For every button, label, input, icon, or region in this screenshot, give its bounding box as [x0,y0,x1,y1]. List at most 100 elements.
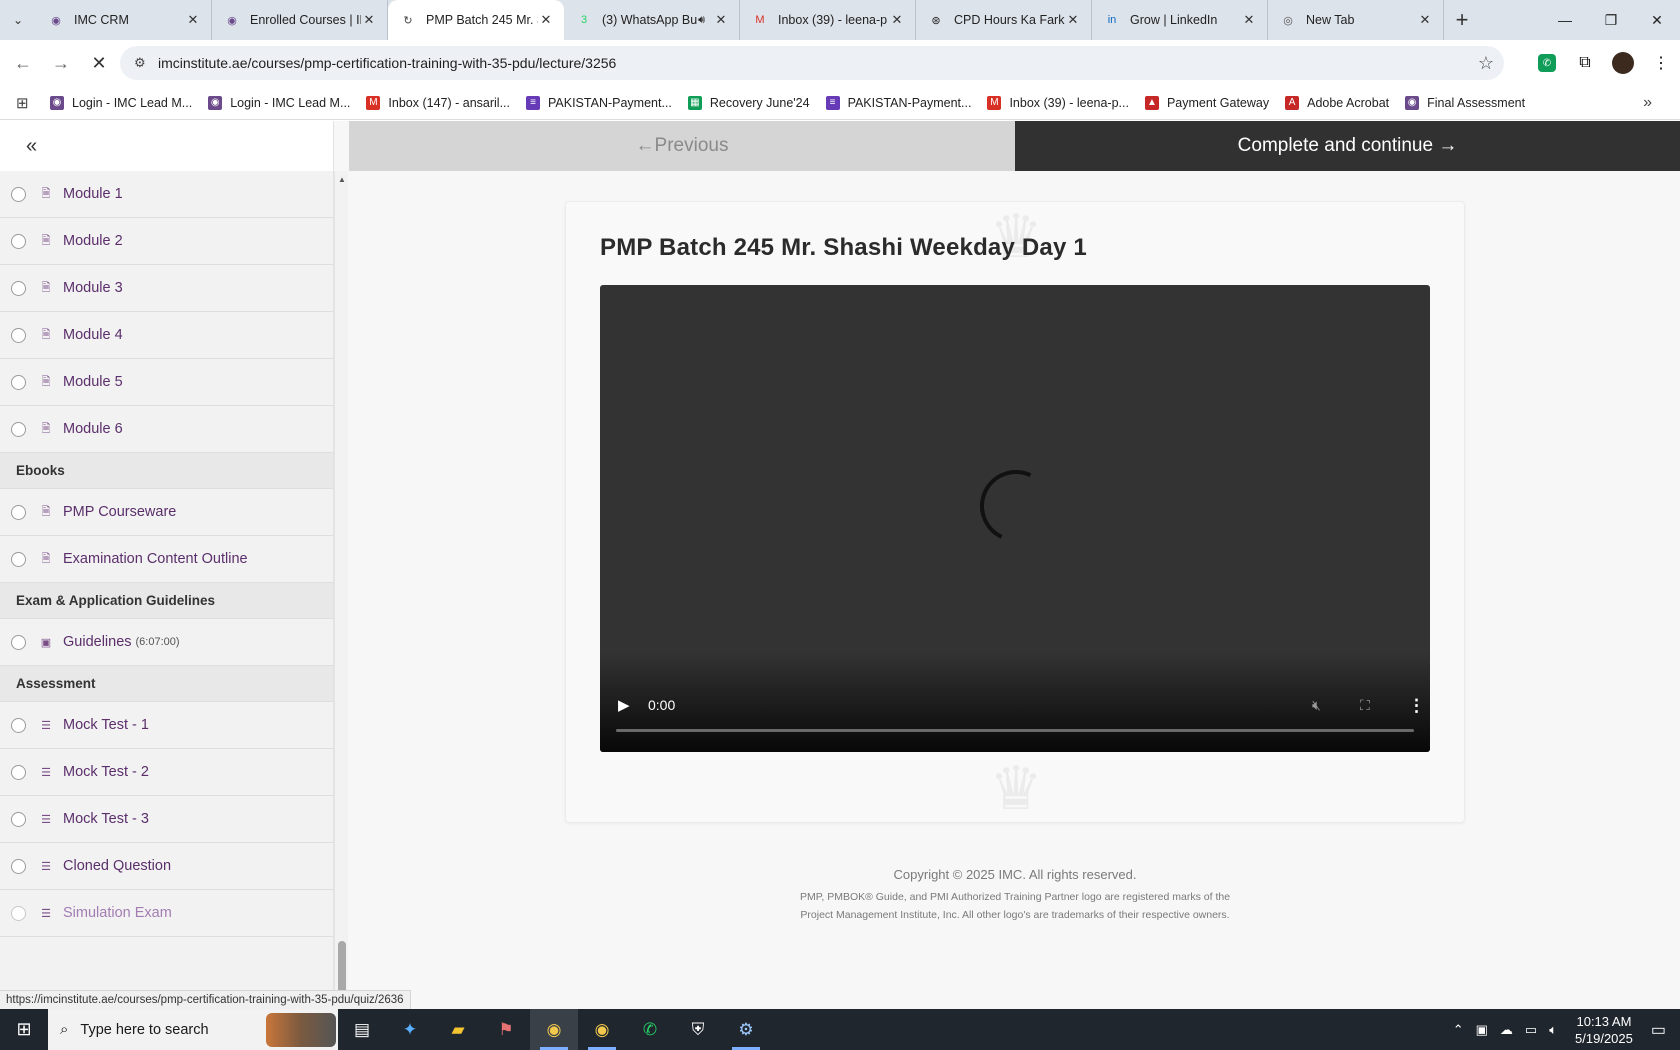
close-tab-icon[interactable]: ✕ [185,12,201,28]
video-more-options-icon[interactable]: ⋮ [1408,696,1425,716]
double-chevron-left-icon[interactable]: « [26,135,37,158]
lecture-item[interactable]: ☰ Mock Test - 3 [0,796,333,843]
bookmark-item[interactable]: ◉ Final Assessment [1405,95,1525,110]
lecture-item[interactable]: 🗎︎ Module 5 [0,359,333,406]
browser-tab[interactable]: ◎ New Tab ✕ [1268,0,1444,40]
tab-search-dropdown-icon[interactable]: ⌄ [0,0,36,40]
notifications-icon[interactable]: ▭ [1651,1020,1666,1040]
stop-loading-button[interactable]: ✕ [80,44,118,82]
completion-radio[interactable] [11,905,26,921]
more-bookmarks-icon[interactable]: » [1643,94,1652,112]
site-settings-icon[interactable]: ⚙ [134,55,158,71]
close-tab-icon[interactable]: ✕ [1241,12,1257,28]
whatsapp-taskbar-icon[interactable]: ✆ [626,1009,674,1050]
extensions-puzzle-icon[interactable]: ⧉ [1566,54,1604,72]
chrome-taskbar-icon[interactable]: ◉ [530,1009,578,1050]
completion-radio[interactable] [11,764,26,780]
close-tab-icon[interactable]: ✕ [1065,12,1081,28]
completion-radio[interactable] [11,280,26,296]
lecture-item[interactable]: 🗎︎ Module 1 [0,171,333,218]
system-clock[interactable]: 10:13 AM 5/19/2025 [1575,1013,1633,1047]
browser-tab[interactable]: ⊛ CPD Hours Ka Fark ✕ [916,0,1092,40]
bookmark-item[interactable]: A Adobe Acrobat [1285,95,1389,110]
bookmark-item[interactable]: ◉ Login - IMC Lead M... [50,95,192,110]
previous-lesson-button[interactable]: ← Previous [349,121,1015,171]
close-tab-icon[interactable]: ✕ [1417,12,1433,28]
close-tab-icon[interactable]: ✕ [889,12,905,28]
close-tab-icon[interactable]: ✕ [713,12,729,28]
browser-tab[interactable]: ◉ Enrolled Courses | IM ✕ [212,0,388,40]
lecture-item[interactable]: 🗎︎ Module 3 [0,265,333,312]
lecture-item[interactable]: 🗎︎ PMP Courseware [0,489,333,536]
taskbar-search-box[interactable]: ⌕ Type here to search [48,1009,338,1050]
completion-radio[interactable] [11,811,26,827]
url-text[interactable]: imcinstitute.ae/courses/pmp-certificatio… [158,55,1468,71]
forward-button[interactable]: → [42,44,80,82]
complete-and-continue-button[interactable]: Complete and continue → [1015,121,1680,171]
file-explorer-icon[interactable]: ▰ [434,1009,482,1050]
app-shield-icon[interactable]: ⛨ [674,1009,722,1050]
windows-start-icon[interactable]: ⊞ [0,1009,48,1050]
lecture-item[interactable]: ☰ Cloned Question [0,843,333,890]
completion-radio[interactable] [11,858,26,874]
lecture-item[interactable]: 🗎︎ Examination Content Outline [0,536,333,583]
lecture-item[interactable]: ☰ Simulation Exam [0,890,333,937]
lecture-item[interactable]: 🗎︎ Module 2 [0,218,333,265]
back-button[interactable]: ← [4,44,42,82]
completion-radio[interactable] [11,551,26,567]
chrome-profile-taskbar-icon[interactable]: ◉ [578,1009,626,1050]
bookmark-item[interactable]: ≡ PAKISTAN-Payment... [526,95,672,110]
completion-radio[interactable] [11,327,26,343]
completion-radio[interactable] [11,233,26,249]
restore-icon[interactable]: ❐ [1588,0,1634,40]
app-gear-icon[interactable]: ⚙ [722,1009,770,1050]
browser-menu-icon[interactable]: ⋮ [1642,53,1680,73]
completion-radio[interactable] [11,421,26,437]
bookmark-star-icon[interactable]: ☆ [1468,53,1504,74]
completion-radio[interactable] [11,717,26,733]
bookmark-item[interactable]: ≡ PAKISTAN-Payment... [825,95,971,110]
minimize-icon[interactable]: — [1542,0,1588,40]
apps-grid-icon[interactable]: ⊞ [16,94,50,112]
tab-audio-icon[interactable]: 🔊︎ [698,14,705,27]
lecture-item[interactable]: ▣ Guidelines (6:07:00) [0,619,333,666]
task-view-icon[interactable]: ▤ [338,1009,386,1050]
meet-now-icon[interactable]: ▣ [1476,1022,1488,1038]
mute-icon[interactable]: 🔇︎ [1312,697,1321,714]
close-tab-icon[interactable]: ✕ [538,12,554,28]
profile-avatar[interactable] [1612,52,1634,74]
bookmark-item[interactable]: ◉ Login - IMC Lead M... [208,95,350,110]
new-tab-button[interactable]: + [1444,7,1480,33]
bookmark-item[interactable]: ▦ Recovery June'24 [687,95,810,110]
browser-tab[interactable]: M Inbox (39) - leena-p ✕ [740,0,916,40]
scroll-up-arrow-icon[interactable]: ▲ [338,175,346,184]
bookmark-item[interactable]: M Inbox (147) - ansaril... [366,95,510,110]
lecture-item[interactable]: ☰ Mock Test - 2 [0,749,333,796]
copilot-icon[interactable]: ✦ [386,1009,434,1050]
completion-radio[interactable] [11,186,26,202]
close-tab-icon[interactable]: ✕ [361,12,377,28]
sidebar-scrollbar[interactable]: ▲ [334,171,348,1009]
close-window-icon[interactable]: ✕ [1634,0,1680,40]
play-icon[interactable]: ▶ [618,696,630,714]
show-hidden-icons-chevron-icon[interactable]: ⌃ [1453,1022,1464,1038]
network-icon[interactable]: ▭ [1525,1022,1537,1038]
completion-radio[interactable] [11,634,26,650]
bookmark-item[interactable]: M Inbox (39) - leena-p... [987,95,1129,110]
lecture-item[interactable]: 🗎︎ Module 4 [0,312,333,359]
bookmark-item[interactable]: ▲ Payment Gateway [1144,95,1269,110]
completion-radio[interactable] [11,374,26,390]
fullscreen-icon[interactable]: ⛶ [1360,697,1370,714]
lecture-item[interactable]: 🗎︎ Module 6 [0,406,333,453]
browser-tab[interactable]: ◉ IMC CRM ✕ [36,0,212,40]
volume-muted-icon[interactable]: 🔈︎ [1549,1022,1557,1038]
video-progress-bar[interactable] [616,729,1414,732]
app-red-icon[interactable]: ⚑ [482,1009,530,1050]
whatsapp-extension-icon[interactable]: ✆ [1538,54,1556,72]
video-player[interactable]: ▶ 0:00 🔇︎ ⛶ ⋮ [600,285,1430,752]
browser-tab[interactable]: 3 (3) WhatsApp Bu 🔊︎ ✕ [564,0,740,40]
lecture-item[interactable]: ☰ Mock Test - 1 [0,702,333,749]
browser-tab[interactable]: ↻ PMP Batch 245 Mr. S ✕ [388,0,564,40]
address-bar[interactable]: ⚙ imcinstitute.ae/courses/pmp-certificat… [120,46,1504,80]
onedrive-cloud-icon[interactable]: ☁ [1500,1022,1513,1038]
